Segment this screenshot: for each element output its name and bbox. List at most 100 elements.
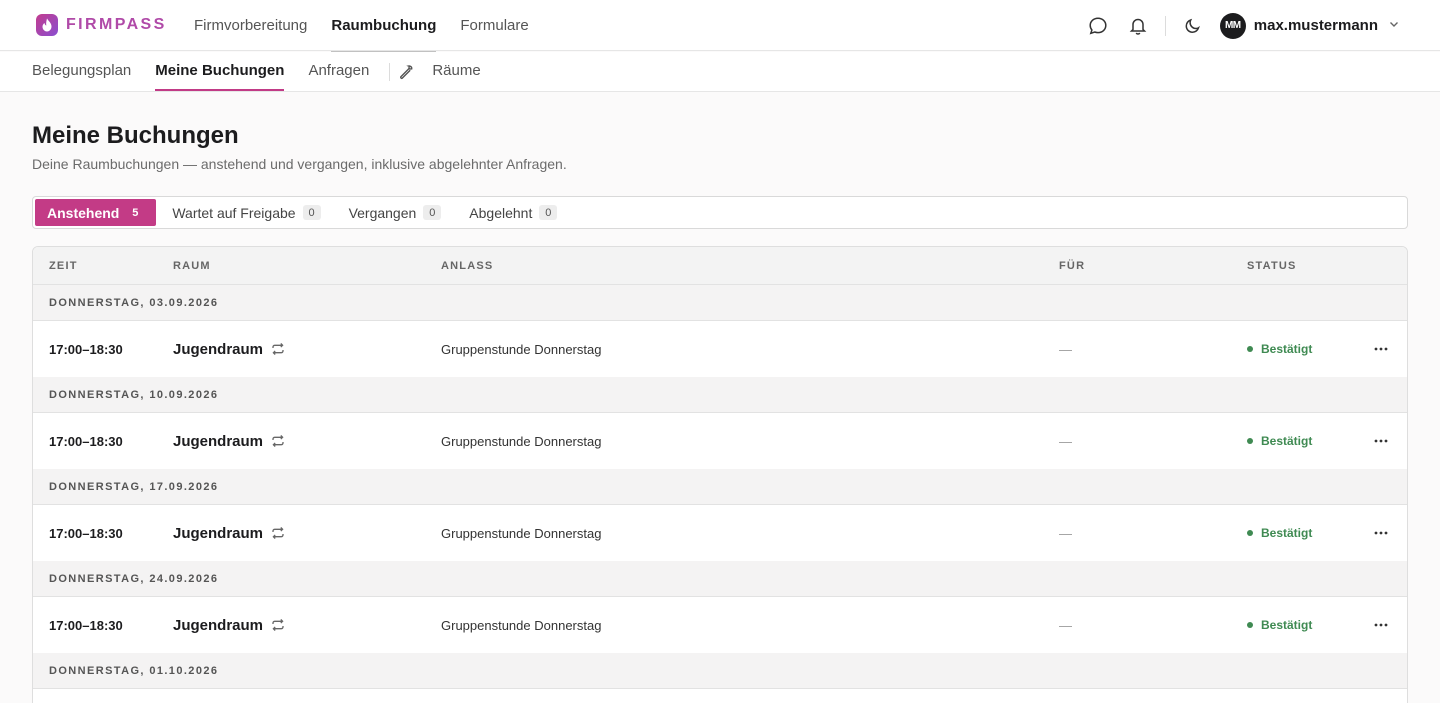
more-actions-icon[interactable]	[1373, 413, 1389, 469]
flame-icon	[36, 14, 58, 36]
column-header-purpose: ANLASS	[441, 260, 494, 272]
booking-tabs: Anstehend 5 Wartet auf Freigabe 0 Vergan…	[32, 196, 1408, 229]
divider	[1164, 15, 1166, 36]
table-row[interactable]: 17:00–18:30 Jugendraum Gruppenstunde Don…	[33, 321, 1407, 377]
booking-for: —	[1059, 617, 1072, 633]
booking-purpose: Gruppenstunde Donnerstag	[441, 433, 602, 449]
tab-vergangen[interactable]: Vergangen 0	[337, 199, 454, 226]
booking-purpose: Gruppenstunde Donnerstag	[441, 341, 602, 357]
table-row[interactable]: 17:00–18:30 Jugendraum Gruppenstunde Don…	[33, 597, 1407, 653]
page-subtitle: Deine Raumbuchungen — anstehend und verg…	[32, 156, 567, 172]
booking-room: Jugendraum	[173, 321, 285, 377]
tab-count-badge: 0	[302, 205, 321, 220]
tab-label: Vergangen	[348, 204, 417, 221]
main-nav: Firmvorbereitung Raumbuchung Formulare	[194, 0, 553, 52]
room-name: Jugendraum	[173, 432, 264, 450]
booking-time: 17:00–18:30	[49, 617, 123, 633]
tab-label: Anstehend	[47, 204, 120, 221]
repeat-icon	[271, 434, 285, 448]
tab-abgelehnt[interactable]: Abgelehnt 0	[457, 199, 569, 226]
status-badge: Bestätigt	[1247, 321, 1312, 377]
tab-count-badge: 5	[132, 206, 139, 219]
room-name: Jugendraum	[173, 616, 264, 634]
status-text: Bestätigt	[1261, 434, 1313, 448]
page-title: Meine Buchungen	[32, 122, 239, 149]
sub-nav: Belegungsplan Meine Buchungen Anfragen R…	[0, 52, 1440, 92]
status-badge: Bestätigt	[1247, 505, 1312, 561]
date-group-header: DONNERSTAG, 10.09.2026	[33, 377, 1407, 413]
repeat-icon	[271, 526, 285, 540]
top-right-actions: MM max.mustermann	[1087, 0, 1400, 51]
table-body: DONNERSTAG, 03.09.2026 17:00–18:30 Jugen…	[33, 285, 1407, 689]
status-dot	[1247, 438, 1253, 444]
wrench-icon	[398, 64, 414, 80]
subnav-belegungsplan[interactable]: Belegungsplan	[32, 52, 131, 92]
date-group-header: DONNERSTAG, 03.09.2026	[33, 285, 1407, 321]
nav-formulare[interactable]: Formulare	[460, 0, 528, 51]
status-dot	[1247, 530, 1253, 536]
chat-icon[interactable]	[1087, 15, 1109, 37]
group-date: DONNERSTAG, 10.09.2026	[49, 389, 219, 401]
bookings-table: ZEIT RAUM ANLASS FÜR STATUS DONNERSTAG, …	[32, 246, 1408, 703]
booking-for: —	[1059, 341, 1072, 357]
avatar[interactable]: MM	[1219, 12, 1246, 39]
group-date: DONNERSTAG, 01.10.2026	[49, 665, 219, 677]
nav-firmvorbereitung[interactable]: Firmvorbereitung	[194, 0, 307, 51]
more-actions-icon[interactable]	[1373, 321, 1389, 377]
booking-for: —	[1059, 525, 1072, 541]
repeat-icon	[271, 342, 285, 356]
brand-name: FIRMPASS	[66, 16, 167, 33]
more-actions-icon[interactable]	[1373, 597, 1389, 653]
room-name: Jugendraum	[173, 340, 264, 358]
column-header-for: FÜR	[1059, 260, 1086, 272]
repeat-icon	[271, 618, 285, 632]
status-dot	[1247, 346, 1253, 352]
status-dot	[1247, 622, 1253, 628]
chevron-down-icon[interactable]	[1388, 17, 1400, 35]
subnav-raeume[interactable]: Räume	[432, 52, 480, 92]
booking-for: —	[1059, 433, 1072, 449]
bell-icon[interactable]	[1127, 15, 1149, 37]
top-bar: FIRMPASS Firmvorbereitung Raumbuchung Fo…	[0, 0, 1440, 52]
booking-purpose: Gruppenstunde Donnerstag	[441, 525, 602, 541]
status-text: Bestätigt	[1261, 618, 1313, 632]
username[interactable]: max.mustermann	[1254, 17, 1378, 34]
date-group-header: DONNERSTAG, 24.09.2026	[33, 561, 1407, 597]
nav-raumbuchung[interactable]: Raumbuchung	[331, 0, 437, 52]
status-text: Bestätigt	[1261, 526, 1313, 540]
booking-room: Jugendraum	[173, 505, 285, 561]
date-group-header: DONNERSTAG, 17.09.2026	[33, 469, 1407, 505]
booking-room: Jugendraum	[173, 597, 285, 653]
date-group-header: DONNERSTAG, 01.10.2026	[33, 653, 1407, 689]
status-badge: Bestätigt	[1247, 413, 1312, 469]
tab-count-badge: 0	[423, 205, 442, 220]
booking-time: 17:00–18:30	[49, 433, 123, 449]
moon-icon[interactable]	[1182, 15, 1204, 37]
group-date: DONNERSTAG, 17.09.2026	[49, 481, 219, 493]
column-header-room: RAUM	[173, 260, 211, 272]
column-header-status: STATUS	[1247, 260, 1297, 272]
tab-count-badge: 0	[539, 205, 558, 220]
room-name: Jugendraum	[173, 524, 264, 542]
booking-time: 17:00–18:30	[49, 525, 123, 541]
booking-time: 17:00–18:30	[49, 341, 123, 357]
status-badge: Bestätigt	[1247, 597, 1312, 653]
brand-logo[interactable]: FIRMPASS	[36, 14, 167, 36]
status-text: Bestätigt	[1261, 342, 1313, 356]
group-date: DONNERSTAG, 03.09.2026	[49, 297, 219, 309]
more-actions-icon[interactable]	[1373, 505, 1389, 561]
tab-label: Wartet auf Freigabe	[172, 204, 296, 221]
group-date: DONNERSTAG, 24.09.2026	[49, 573, 219, 585]
table-row[interactable]: 17:00–18:30 Jugendraum Gruppenstunde Don…	[33, 505, 1407, 561]
subnav-meine-buchungen[interactable]: Meine Buchungen	[155, 52, 285, 92]
table-row[interactable]: 17:00–18:30 Jugendraum Gruppenstunde Don…	[33, 413, 1407, 469]
tab-label: Abgelehnt	[469, 204, 533, 221]
tab-anstehend[interactable]: Anstehend 5	[35, 199, 157, 226]
subnav-anfragen[interactable]: Anfragen	[308, 52, 369, 92]
booking-purpose: Gruppenstunde Donnerstag	[441, 617, 602, 633]
table-header: ZEIT RAUM ANLASS FÜR STATUS	[33, 247, 1407, 285]
tab-wartet-auf-freigabe[interactable]: Wartet auf Freigabe 0	[160, 199, 332, 226]
divider	[389, 63, 391, 81]
column-header-time: ZEIT	[49, 260, 78, 272]
booking-room: Jugendraum	[173, 413, 285, 469]
